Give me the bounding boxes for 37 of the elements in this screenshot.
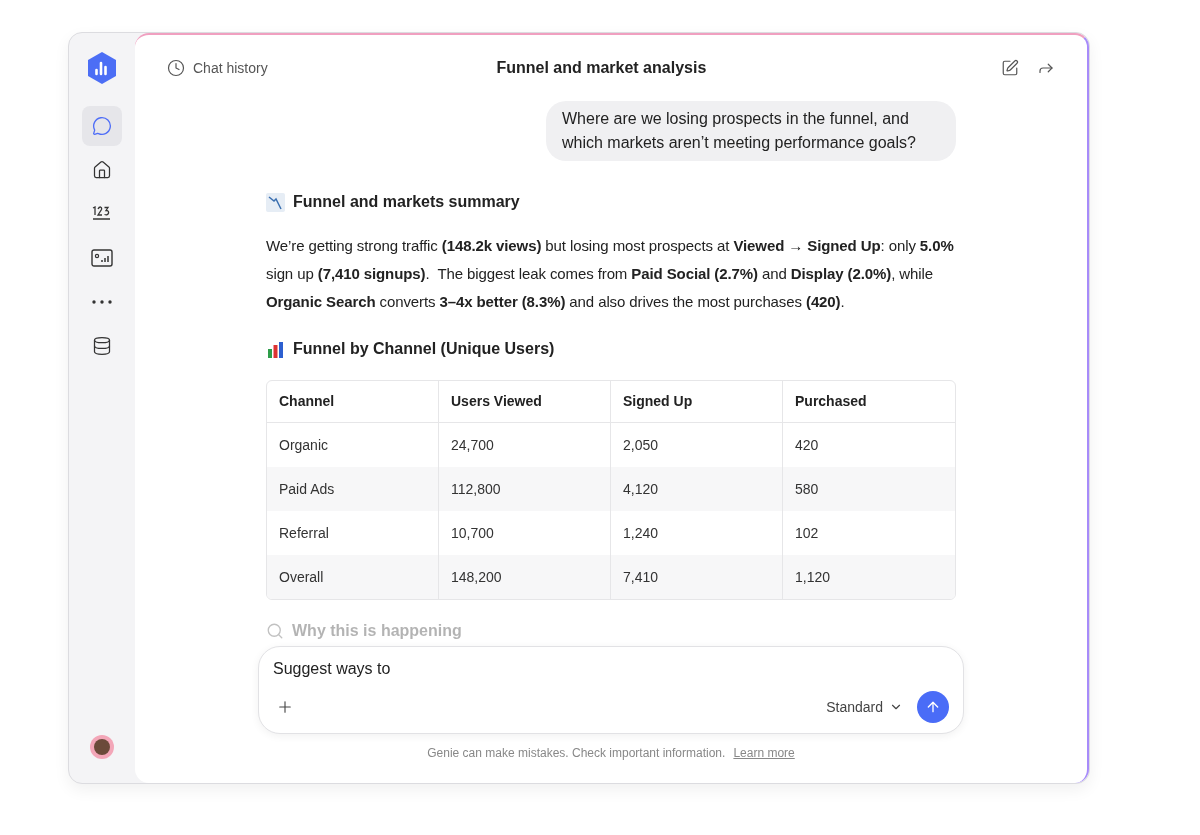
table-cell: 7,410	[611, 555, 783, 599]
section-heading: Funnel by Channel (Unique Users)	[293, 339, 555, 359]
dashboard-icon	[91, 249, 113, 267]
table-cell-text: 1,120	[794, 567, 832, 587]
column-header: Users Viewed	[439, 381, 611, 422]
table-cell: Overall	[267, 555, 439, 599]
table-cell-text: 580	[794, 479, 820, 499]
disclaimer-text: Genie can make mistakes. Check important information.	[427, 745, 726, 762]
logo-icon	[86, 51, 118, 85]
plus-icon	[276, 698, 294, 716]
column-header: Signed Up	[611, 381, 783, 422]
bar-chart-icon	[266, 339, 285, 359]
edit-icon	[1001, 59, 1019, 77]
home-icon	[92, 160, 112, 180]
learn-more-link[interactable]: Learn more	[733, 744, 795, 762]
chat-history-button[interactable]: Chat history	[167, 57, 268, 79]
search-icon	[266, 622, 284, 640]
send-button[interactable]	[917, 691, 949, 723]
section-heading: Why this is happening	[292, 621, 462, 641]
database-icon	[92, 336, 112, 356]
falling-chart-icon	[266, 192, 285, 212]
edit-button[interactable]	[1001, 59, 1019, 77]
table-cell-text: 420	[794, 435, 820, 455]
numbers-icon	[91, 206, 113, 222]
message-composer[interactable]: Suggest ways to Standard	[258, 646, 964, 734]
column-header: Channel	[267, 381, 439, 422]
more-icon	[92, 300, 112, 304]
summary-paragraph: We’re getting strong traffic (148.2k views) but losing most prospects at Viewed → Signed Up: only 5.0% sign up (7,410 signups). The biggest leak comes from Paid Social (2.7%) and Display (2.0%), while Organic Search converts 3–4x better (8.3%) and also drives the most purchases (420).	[266, 236, 955, 312]
table-cell: 148,200	[439, 555, 611, 599]
section-heading: Funnel and markets summary	[293, 192, 520, 212]
mode-dropdown[interactable]: Standard	[826, 696, 903, 718]
column-header: Purchased	[794, 392, 868, 411]
table-cell-text: 102	[794, 523, 820, 543]
chat-title: Funnel and market analysis	[496, 58, 707, 78]
user-message: Where are we losing prospects in the funnel, and which markets aren’t meeting performance goals?	[546, 101, 956, 161]
user-avatar[interactable]	[90, 735, 114, 759]
clock-icon	[167, 59, 185, 77]
